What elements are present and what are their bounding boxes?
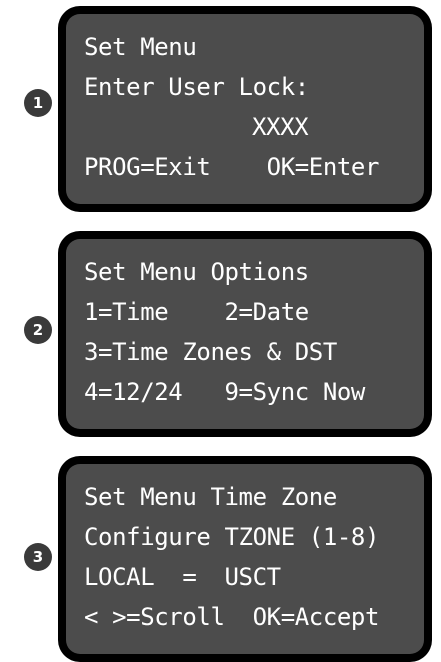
step-number-badge: 3	[24, 543, 52, 571]
lcd-line-4: < >=Scroll OK=Accept	[84, 603, 380, 631]
lcd-line-2: Configure TZONE (1-8)	[84, 523, 380, 551]
lcd-display: Set Menu Time Zone Configure TZONE (1-8)…	[58, 456, 432, 662]
lcd-line-2: Enter User Lock:	[84, 73, 309, 101]
lcd-line-1: Set Menu Time Zone	[84, 483, 337, 511]
lcd-line-2: 1=Time 2=Date	[84, 298, 309, 326]
lcd-line-4: PROG=Exit OK=Enter	[84, 153, 380, 181]
step-number-badge: 2	[24, 316, 52, 344]
lcd-line-1: Set Menu	[84, 33, 197, 61]
lcd-screen: Set Menu Time Zone Configure TZONE (1-8)…	[66, 464, 424, 654]
lcd-line-4: 4=12/24 9=Sync Now	[84, 378, 365, 406]
lcd-line-3: XXXX	[252, 113, 309, 141]
lcd-line-1: Set Menu Options	[84, 258, 309, 286]
lcd-display: Set Menu Options 1=Time 2=Date 3=Time Zo…	[58, 231, 432, 437]
lcd-line-3: LOCAL = USCT	[84, 563, 281, 591]
step-number-badge: 1	[24, 89, 52, 117]
lcd-line-3: 3=Time Zones & DST	[84, 338, 337, 366]
lcd-display: Set Menu Enter User Lock: XXXX PROG=Exit…	[58, 6, 432, 212]
lcd-screen: Set Menu Enter User Lock: XXXX PROG=Exit…	[66, 14, 424, 204]
lcd-screen: Set Menu Options 1=Time 2=Date 3=Time Zo…	[66, 239, 424, 429]
